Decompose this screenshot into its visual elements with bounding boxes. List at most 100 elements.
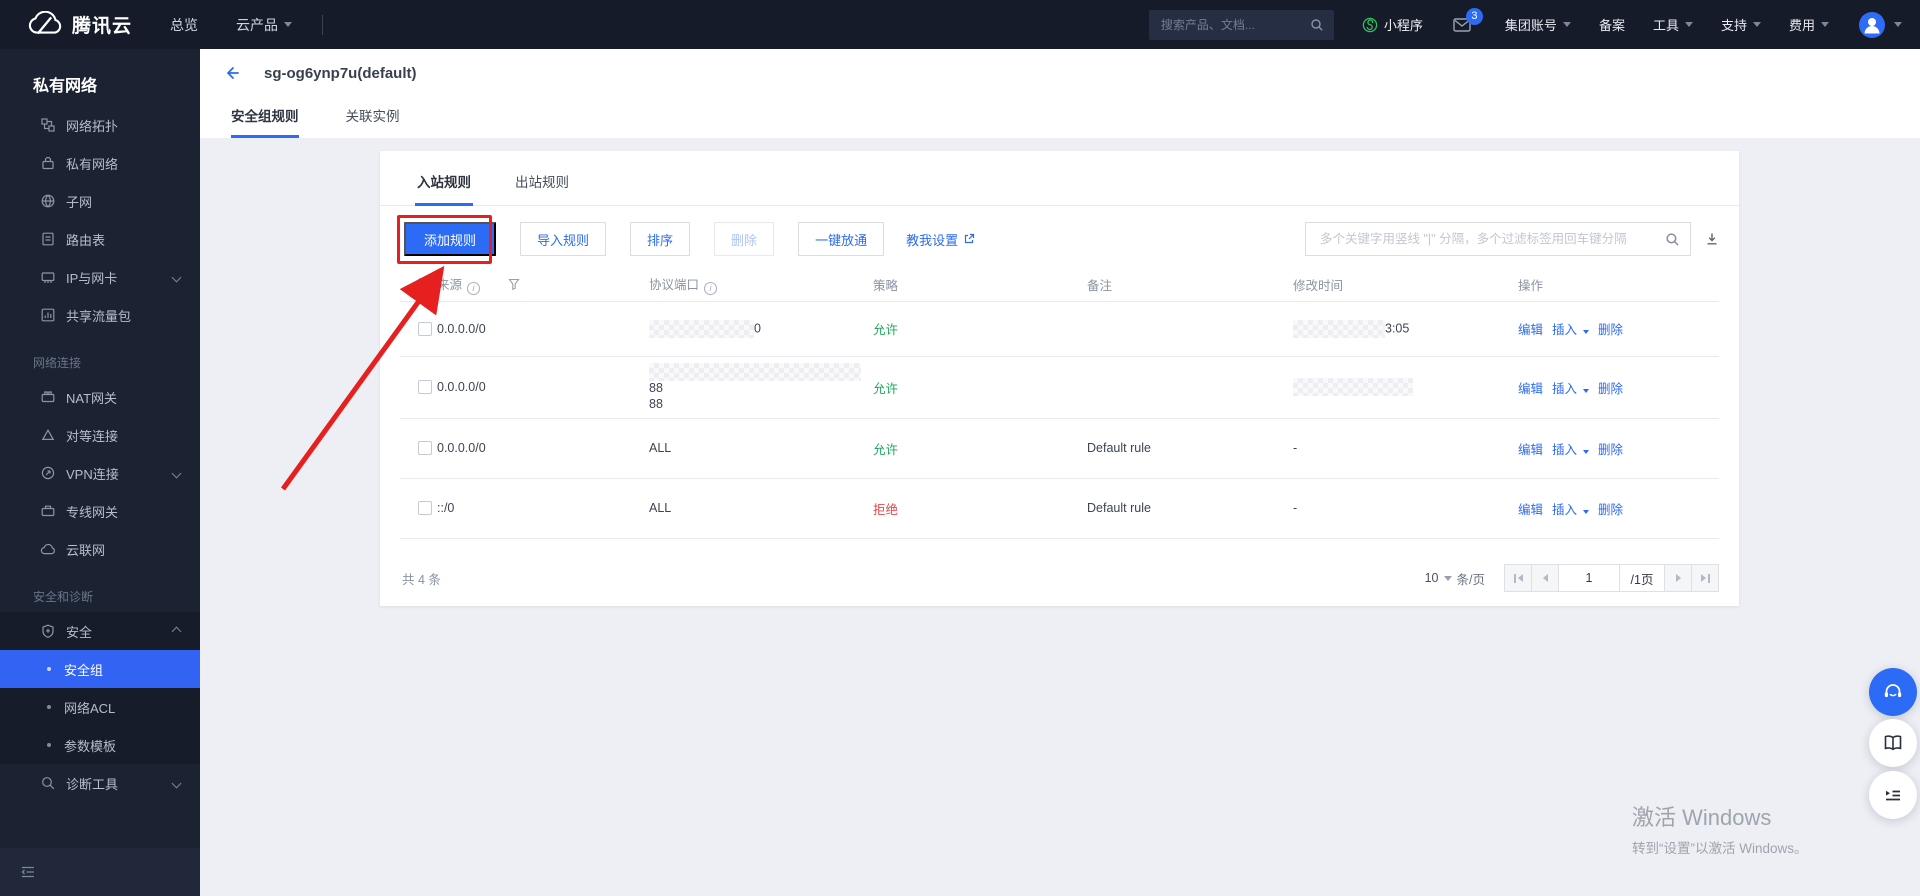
- search-icon[interactable]: [1310, 18, 1324, 32]
- open-all-button[interactable]: 一键放通: [798, 222, 885, 256]
- teach-me-link[interactable]: 教我设置: [906, 230, 975, 249]
- chevron-down-icon[interactable]: [1583, 330, 1590, 334]
- chevron-down-icon: [171, 468, 182, 478]
- info-icon[interactable]: i: [467, 281, 481, 295]
- note-cell: [1087, 301, 1293, 357]
- col-actions: 操作: [1518, 278, 1544, 293]
- nav-group-account[interactable]: 集团账号: [1505, 15, 1571, 34]
- nav-overview[interactable]: 总览: [170, 15, 198, 35]
- sidebar-item-网络拓扑[interactable]: 网络拓扑: [0, 106, 200, 144]
- nav-support[interactable]: 支持: [1721, 15, 1761, 34]
- sidebar-item-路由表[interactable]: 路由表: [0, 220, 200, 258]
- tencent-cloud-logo[interactable]: 腾讯云: [26, 11, 132, 38]
- next-page-button[interactable]: [1664, 564, 1692, 592]
- row-checkbox[interactable]: [418, 441, 432, 456]
- current-page-indicator[interactable]: 1: [1558, 564, 1620, 592]
- select-all-checkbox[interactable]: [418, 277, 432, 292]
- collapse-sidebar-icon[interactable]: [20, 864, 36, 880]
- user-avatar[interactable]: [1859, 11, 1902, 38]
- sidebar-item-NAT网关[interactable]: NAT网关: [0, 378, 200, 416]
- insert-link[interactable]: 插入: [1552, 382, 1577, 396]
- time-cell: -: [1293, 418, 1518, 479]
- documentation-button[interactable]: [1869, 719, 1917, 767]
- protocol-cell: 0: [649, 301, 873, 357]
- import-rule-button[interactable]: 导入规则: [520, 222, 607, 256]
- sidebar-item-对等连接[interactable]: 对等连接: [0, 416, 200, 454]
- tab-associated-instances[interactable]: 关联实例: [346, 105, 400, 138]
- filter-icon[interactable]: [508, 278, 520, 291]
- prev-page-button[interactable]: [1531, 564, 1559, 592]
- sidebar-item-参数模板[interactable]: 参数模板: [0, 726, 200, 764]
- delete-link[interactable]: 删除: [1598, 503, 1623, 517]
- tab-inbound-rules[interactable]: 入站规则: [415, 171, 473, 206]
- table-row: 0.0.0.0/0 0 允许 3:05 编辑 插入 删除: [400, 301, 1719, 357]
- ccn-icon: [40, 541, 56, 557]
- info-icon[interactable]: i: [704, 281, 718, 295]
- chevron-down-icon: [1752, 22, 1761, 27]
- external-link-icon: [964, 233, 975, 244]
- back-button[interactable]: [222, 64, 241, 87]
- row-checkbox[interactable]: [418, 380, 432, 395]
- page-size-select[interactable]: 10 条/页: [1425, 569, 1485, 588]
- rule-search-input[interactable]: [1318, 231, 1665, 247]
- search-icon[interactable]: [1665, 232, 1680, 247]
- edit-link[interactable]: 编辑: [1518, 443, 1543, 457]
- global-search-box[interactable]: [1148, 9, 1334, 40]
- delete-link[interactable]: 删除: [1598, 382, 1623, 396]
- tab-security-group-rules[interactable]: 安全组规则: [231, 105, 299, 138]
- edit-link[interactable]: 编辑: [1518, 382, 1543, 396]
- last-page-button[interactable]: [1691, 564, 1719, 592]
- sidebar-item-专线网关[interactable]: 专线网关: [0, 492, 200, 530]
- sidebar-item-共享流量包[interactable]: 共享流量包: [0, 296, 200, 334]
- messages-button[interactable]: 3: [1453, 7, 1483, 32]
- global-search-input[interactable]: [1158, 16, 1310, 33]
- sidebar-menu: 网络拓扑 私有网络 子网 路由表 IP与网卡 共享流量包 网络连接 NAT网关 对等连接 VPN连…: [0, 106, 200, 802]
- row-checkbox[interactable]: [418, 321, 432, 336]
- chevron-down-icon: [1684, 22, 1693, 27]
- nav-icp-filing[interactable]: 备案: [1599, 15, 1625, 34]
- delete-button[interactable]: 删除: [714, 222, 775, 256]
- sidebar-item-网络ACL[interactable]: 网络ACL: [0, 688, 200, 726]
- sidebar-item-诊断工具[interactable]: 诊断工具: [0, 764, 200, 802]
- tab-outbound-rules[interactable]: 出站规则: [513, 171, 571, 205]
- insert-link[interactable]: 插入: [1552, 443, 1577, 457]
- source-cell: 0.0.0.0/0: [437, 301, 649, 357]
- protocol-cell: ALL: [649, 418, 873, 479]
- feedback-button[interactable]: [1869, 771, 1917, 819]
- edit-link[interactable]: 编辑: [1518, 323, 1543, 337]
- delete-link[interactable]: 删除: [1598, 323, 1623, 337]
- add-rule-button[interactable]: 添加规则: [404, 222, 497, 256]
- nav-tools[interactable]: 工具: [1653, 15, 1693, 34]
- mini-program-button[interactable]: 小程序: [1362, 15, 1423, 34]
- rule-search-box[interactable]: [1305, 222, 1691, 256]
- protocol-cell: ALL: [649, 478, 873, 539]
- delete-link[interactable]: 删除: [1598, 443, 1623, 457]
- nav-billing[interactable]: 费用: [1789, 15, 1829, 34]
- top-navbar: 腾讯云 总览 云产品 小程序 3 集团账号 备案 工具 支持 费用: [0, 0, 1920, 49]
- insert-link[interactable]: 插入: [1552, 503, 1577, 517]
- edit-link[interactable]: 编辑: [1518, 503, 1543, 517]
- sidebar-item-子网[interactable]: 子网: [0, 182, 200, 220]
- row-checkbox[interactable]: [418, 501, 432, 516]
- first-page-button[interactable]: [1504, 564, 1532, 592]
- sidebar-item-VPN连接[interactable]: VPN连接: [0, 454, 200, 492]
- insert-link[interactable]: 插入: [1552, 323, 1577, 337]
- chevron-down-icon[interactable]: [1583, 509, 1590, 514]
- note-cell: Default rule: [1087, 478, 1293, 539]
- time-cell: 3:05: [1293, 301, 1518, 357]
- sidebar-item-安全[interactable]: 安全: [0, 612, 200, 650]
- sidebar-item-私有网络[interactable]: 私有网络: [0, 144, 200, 182]
- sort-button[interactable]: 排序: [630, 222, 691, 256]
- sidebar-item-IP与网卡[interactable]: IP与网卡: [0, 258, 200, 296]
- chevron-down-icon[interactable]: [1583, 449, 1590, 454]
- nav-cloud-products[interactable]: 云产品: [236, 15, 293, 35]
- chevron-down-icon: [1894, 22, 1902, 27]
- chevron-down-icon[interactable]: [1583, 388, 1590, 393]
- source-cell: 0.0.0.0/0: [437, 418, 649, 479]
- download-icon[interactable]: [1705, 232, 1719, 246]
- subnet-icon: [40, 193, 56, 209]
- support-chat-button[interactable]: [1869, 668, 1917, 716]
- book-icon: [1884, 735, 1902, 751]
- sidebar-item-安全组[interactable]: 安全组: [0, 650, 200, 688]
- sidebar-item-云联网[interactable]: 云联网: [0, 530, 200, 568]
